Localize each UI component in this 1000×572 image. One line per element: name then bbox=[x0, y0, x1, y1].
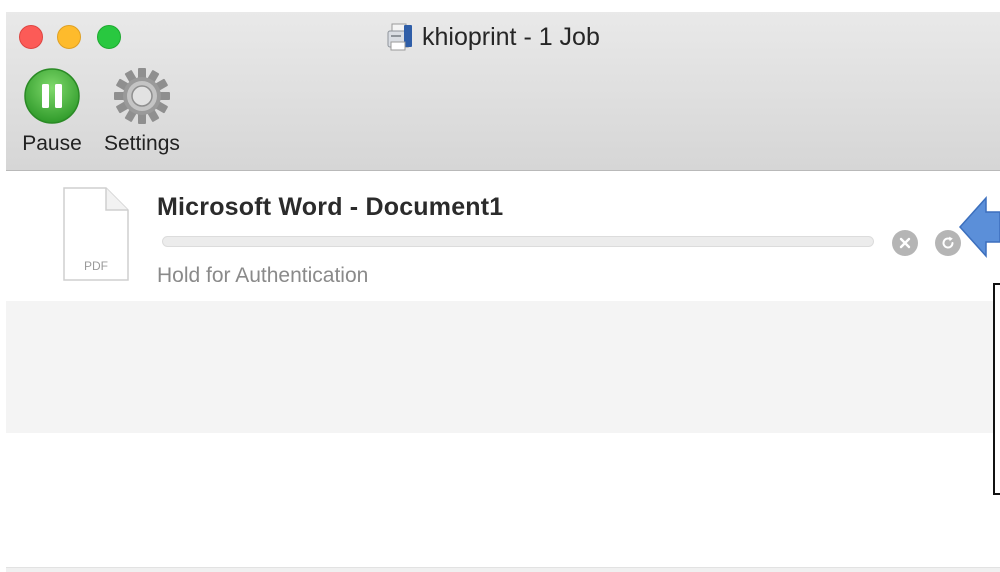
window-title: khioprint - 1 Job bbox=[386, 20, 600, 54]
resume-icon bbox=[942, 236, 954, 249]
cancel-icon bbox=[899, 237, 911, 249]
cancel-job-button[interactable] bbox=[892, 230, 918, 256]
annotation-arrow-icon bbox=[958, 196, 1000, 258]
settings-label: Settings bbox=[104, 132, 180, 155]
pause-icon bbox=[24, 68, 80, 124]
empty-row-band bbox=[6, 301, 1000, 433]
file-type-label: PDF bbox=[84, 259, 108, 273]
window-title-text: khioprint - 1 Job bbox=[422, 22, 600, 51]
printer-icon bbox=[387, 23, 412, 51]
print-queue-window: khioprint - 1 Job Pause Settings PDF Mic… bbox=[6, 12, 1000, 572]
settings-button[interactable]: Settings bbox=[104, 66, 180, 156]
window-bottom-edge bbox=[6, 567, 1000, 572]
job-row[interactable]: PDF Microsoft Word - Document1 Hold for … bbox=[6, 171, 1000, 301]
job-status: Hold for Authentication bbox=[157, 264, 369, 287]
gear-icon bbox=[113, 68, 170, 124]
job-progress-bar bbox=[162, 236, 874, 247]
pause-label: Pause bbox=[22, 132, 82, 155]
job-name: Microsoft Word - Document1 bbox=[157, 193, 504, 221]
zoom-window-button[interactable] bbox=[97, 25, 121, 49]
title-toolbar: khioprint - 1 Job Pause Settings bbox=[6, 12, 1000, 171]
pdf-document-icon: PDF bbox=[63, 187, 129, 281]
minimize-window-button[interactable] bbox=[57, 25, 81, 49]
close-window-button[interactable] bbox=[19, 25, 43, 49]
annotation-callout-box bbox=[993, 283, 1000, 495]
pause-button[interactable]: Pause bbox=[20, 66, 84, 156]
